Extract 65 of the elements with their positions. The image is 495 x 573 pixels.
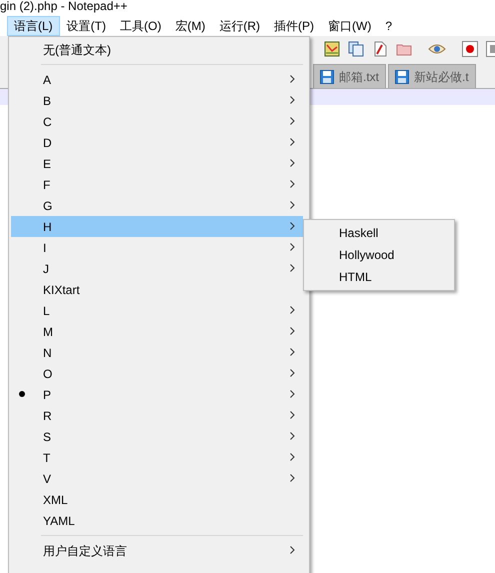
menu-item[interactable]: G [11, 195, 303, 216]
menu-item-label: 用户自定义语言 [43, 542, 127, 560]
file-tab[interactable]: 新站必做.t [388, 64, 476, 88]
menu-item[interactable]: I [11, 237, 303, 258]
menu-item-label: S [43, 428, 52, 446]
menu-item-label: M [43, 324, 53, 340]
menu-item[interactable]: 语言(L) [7, 16, 60, 36]
menu-item[interactable]: E [11, 153, 303, 174]
menu-item[interactable]: J [11, 258, 303, 279]
menu-item-label: YAML [43, 512, 75, 530]
menu-item-label: O [43, 366, 52, 382]
menu-item-label: B [43, 92, 52, 110]
menu-item[interactable]: R [11, 405, 303, 426]
window-title: gin (2).php - Notepad++ [0, 0, 128, 15]
menu-item-label: KIXtart [43, 282, 80, 298]
menu-item[interactable]: 插件(P) [267, 16, 321, 36]
menu-item-label: T [43, 450, 50, 466]
menu-item-label: E [43, 156, 52, 172]
menu-item-label: F [43, 176, 50, 194]
file-tab[interactable]: 邮箱.txt [313, 64, 386, 88]
menu-item-label: L [43, 302, 50, 320]
menu-item[interactable]: V [11, 468, 303, 489]
menu-item[interactable]: S [11, 426, 303, 447]
menu-item[interactable]: T [11, 447, 303, 468]
menu-item[interactable]: 宏(M) [168, 16, 212, 36]
submenu-item[interactable]: Haskell [306, 222, 452, 244]
menu-item[interactable]: KIXtart [11, 279, 303, 300]
menu-item[interactable]: H [11, 216, 303, 237]
submenu-item[interactable]: HTML [306, 266, 452, 288]
menu-item-label: H [43, 218, 52, 236]
menu-item-label: C [43, 114, 52, 130]
menu-item-label: 无(普通文本) [43, 42, 111, 58]
menu-item-label: D [43, 134, 52, 152]
menu-item-label: V [43, 470, 52, 488]
menu-item-label: J [43, 260, 49, 278]
document-icon[interactable] [372, 41, 388, 57]
menu-item[interactable]: ? [378, 16, 400, 36]
eye-icon[interactable] [428, 42, 446, 56]
menu-item-label: N [43, 344, 52, 362]
menu-item[interactable]: C [11, 111, 303, 132]
menu-item[interactable]: 用户自定义语言 [11, 540, 303, 561]
menu-item-label: I [43, 240, 46, 256]
menu-item-label: XML [43, 492, 68, 508]
menu-item[interactable]: N [11, 342, 303, 363]
menu-item-label: G [43, 198, 52, 214]
copy-icon[interactable] [348, 41, 364, 57]
menu-item[interactable]: M [11, 321, 303, 342]
record-icon[interactable] [462, 41, 478, 57]
menu-item[interactable]: O [11, 363, 303, 384]
menu-item[interactable]: 工具(O) [113, 16, 168, 36]
menu-item[interactable]: A [11, 69, 303, 90]
menu-item[interactable]: B [11, 90, 303, 111]
menu-item[interactable]: 运行(R) [212, 16, 267, 36]
menu-item[interactable]: L [11, 300, 303, 321]
menu-item[interactable]: 窗口(W) [321, 16, 378, 36]
menu-item[interactable]: P [11, 384, 303, 405]
menu-item[interactable]: D [11, 132, 303, 153]
menu-item-label: R [43, 408, 52, 424]
menu-item[interactable]: 设置(T) [60, 16, 113, 36]
menu-item-label: P [43, 386, 52, 404]
menu-item[interactable]: XML [11, 489, 303, 510]
menu-item[interactable]: F [11, 174, 303, 195]
menu-item-label: A [43, 72, 52, 88]
menu-item[interactable]: YAML [11, 510, 303, 531]
submenu-item[interactable]: Hollywood [306, 244, 452, 266]
